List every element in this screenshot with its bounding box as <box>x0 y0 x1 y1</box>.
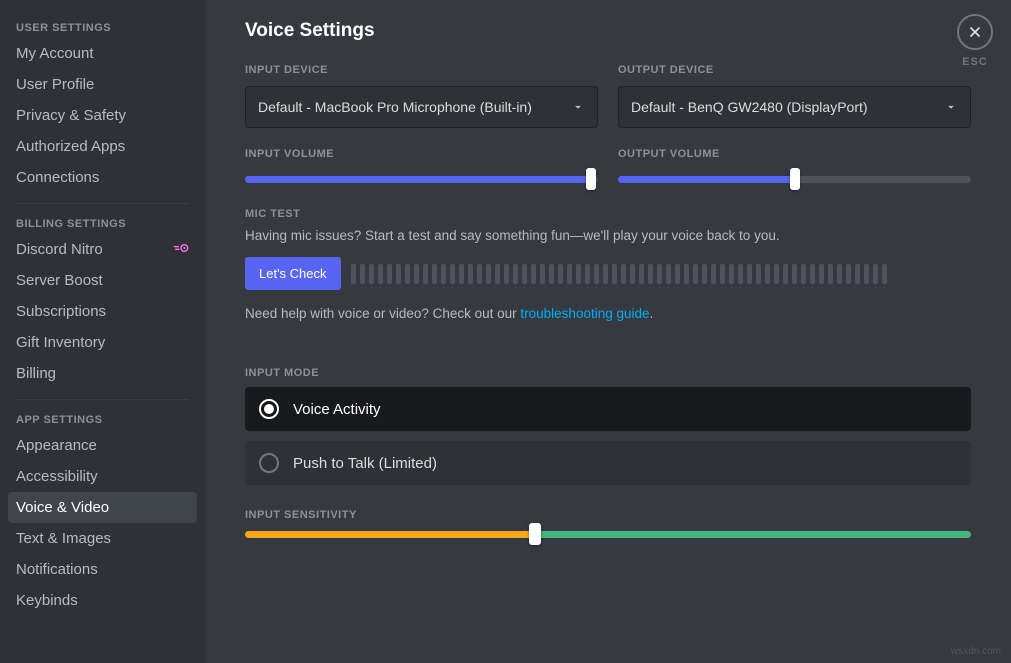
sidebar-item-label: Billing <box>16 365 56 382</box>
sidebar-item-appearance[interactable]: Appearance <box>8 430 197 461</box>
sidebar-item-label: Subscriptions <box>16 303 106 320</box>
sidebar-item-label: Gift Inventory <box>16 334 105 351</box>
sidebar-item-server-boost[interactable]: Server Boost <box>8 265 197 296</box>
sidebar-item-label: Server Boost <box>16 272 103 289</box>
mic-level-meter <box>351 264 971 284</box>
sidebar-header-billing-settings: BILLING SETTINGS <box>8 214 197 234</box>
sidebar-item-label: Discord Nitro <box>16 241 103 258</box>
sidebar-header-user-settings: USER SETTINGS <box>8 18 197 38</box>
volume-row: INPUT VOLUME OUTPUT VOLUME <box>245 148 971 188</box>
sidebar-item-label: Voice & Video <box>16 499 109 516</box>
mic-test-label: MIC TEST <box>245 208 971 220</box>
sidebar-item-label: Privacy & Safety <box>16 107 126 124</box>
sidebar-item-label: Authorized Apps <box>16 138 125 155</box>
sidebar-item-user-profile[interactable]: User Profile <box>8 69 197 100</box>
input-mode-label: INPUT MODE <box>245 367 971 379</box>
esc-label: ESC <box>957 56 993 68</box>
radio-icon <box>259 453 279 473</box>
radio-push-to-talk[interactable]: Push to Talk (Limited) <box>245 441 971 485</box>
sidebar-separator <box>16 203 189 204</box>
radio-label: Push to Talk (Limited) <box>293 455 437 472</box>
close-wrap: ESC <box>957 14 993 68</box>
sidebar-item-label: My Account <box>16 45 94 62</box>
sidebar-item-notifications[interactable]: Notifications <box>8 554 197 585</box>
page-title: Voice Settings <box>245 20 971 42</box>
sidebar-item-label: Appearance <box>16 437 97 454</box>
watermark: wsxdn.com <box>951 646 1001 657</box>
device-row: INPUT DEVICE Default - MacBook Pro Micro… <box>245 64 971 128</box>
sidebar-separator <box>16 399 189 400</box>
sidebar-item-text-images[interactable]: Text & Images <box>8 523 197 554</box>
sidebar-item-connections[interactable]: Connections <box>8 162 197 193</box>
troubleshoot-suffix: . <box>650 306 654 321</box>
input-volume-label: INPUT VOLUME <box>245 148 598 160</box>
mic-test-help: Having mic issues? Start a test and say … <box>245 228 971 243</box>
sidebar-item-subscriptions[interactable]: Subscriptions <box>8 296 197 327</box>
mic-test-row: Let's Check <box>245 257 971 290</box>
troubleshoot-link[interactable]: troubleshooting guide <box>520 306 649 321</box>
sidebar-item-voice-video[interactable]: Voice & Video <box>8 492 197 523</box>
input-sensitivity-slider[interactable] <box>245 531 971 538</box>
output-volume-label: OUTPUT VOLUME <box>618 148 971 160</box>
sidebar-item-gift-inventory[interactable]: Gift Inventory <box>8 327 197 358</box>
output-volume-slider[interactable] <box>618 170 971 188</box>
input-device-label: INPUT DEVICE <box>245 64 598 76</box>
sidebar-item-label: Keybinds <box>16 592 78 609</box>
output-device-value: Default - BenQ GW2480 (DisplayPort) <box>631 99 936 115</box>
sidebar-item-label: Text & Images <box>16 530 111 547</box>
sidebar-header-app-settings: APP SETTINGS <box>8 410 197 430</box>
chevron-down-icon <box>571 100 585 114</box>
chevron-down-icon <box>944 100 958 114</box>
sidebar-item-billing[interactable]: Billing <box>8 358 197 389</box>
sidebar-item-label: Accessibility <box>16 468 98 485</box>
close-button[interactable] <box>957 14 993 50</box>
sidebar-item-keybinds[interactable]: Keybinds <box>8 585 197 616</box>
output-device-select[interactable]: Default - BenQ GW2480 (DisplayPort) <box>618 86 971 128</box>
settings-content: Voice Settings INPUT DEVICE Default - Ma… <box>205 0 1011 663</box>
sidebar-item-privacy-safety[interactable]: Privacy & Safety <box>8 100 197 131</box>
input-device-value: Default - MacBook Pro Microphone (Built-… <box>258 99 563 115</box>
sidebar-item-label: User Profile <box>16 76 94 93</box>
input-device-select[interactable]: Default - MacBook Pro Microphone (Built-… <box>245 86 598 128</box>
radio-voice-activity[interactable]: Voice Activity <box>245 387 971 431</box>
sidebar-item-accessibility[interactable]: Accessibility <box>8 461 197 492</box>
output-device-label: OUTPUT DEVICE <box>618 64 971 76</box>
input-volume-slider[interactable] <box>245 170 598 188</box>
sidebar-item-label: Connections <box>16 169 99 186</box>
nitro-icon <box>173 241 189 258</box>
sidebar-item-my-account[interactable]: My Account <box>8 38 197 69</box>
radio-icon <box>259 399 279 419</box>
radio-label: Voice Activity <box>293 401 381 418</box>
input-mode-group: Voice Activity Push to Talk (Limited) <box>245 387 971 485</box>
settings-sidebar: USER SETTINGS My Account User Profile Pr… <box>0 0 205 663</box>
input-sensitivity-label: INPUT SENSITIVITY <box>245 509 971 521</box>
troubleshoot-prefix: Need help with voice or video? Check out… <box>245 306 520 321</box>
troubleshoot-text: Need help with voice or video? Check out… <box>245 306 971 321</box>
sidebar-item-discord-nitro[interactable]: Discord Nitro <box>8 234 197 265</box>
sidebar-item-authorized-apps[interactable]: Authorized Apps <box>8 131 197 162</box>
mic-test-button[interactable]: Let's Check <box>245 257 341 290</box>
sidebar-item-label: Notifications <box>16 561 98 578</box>
